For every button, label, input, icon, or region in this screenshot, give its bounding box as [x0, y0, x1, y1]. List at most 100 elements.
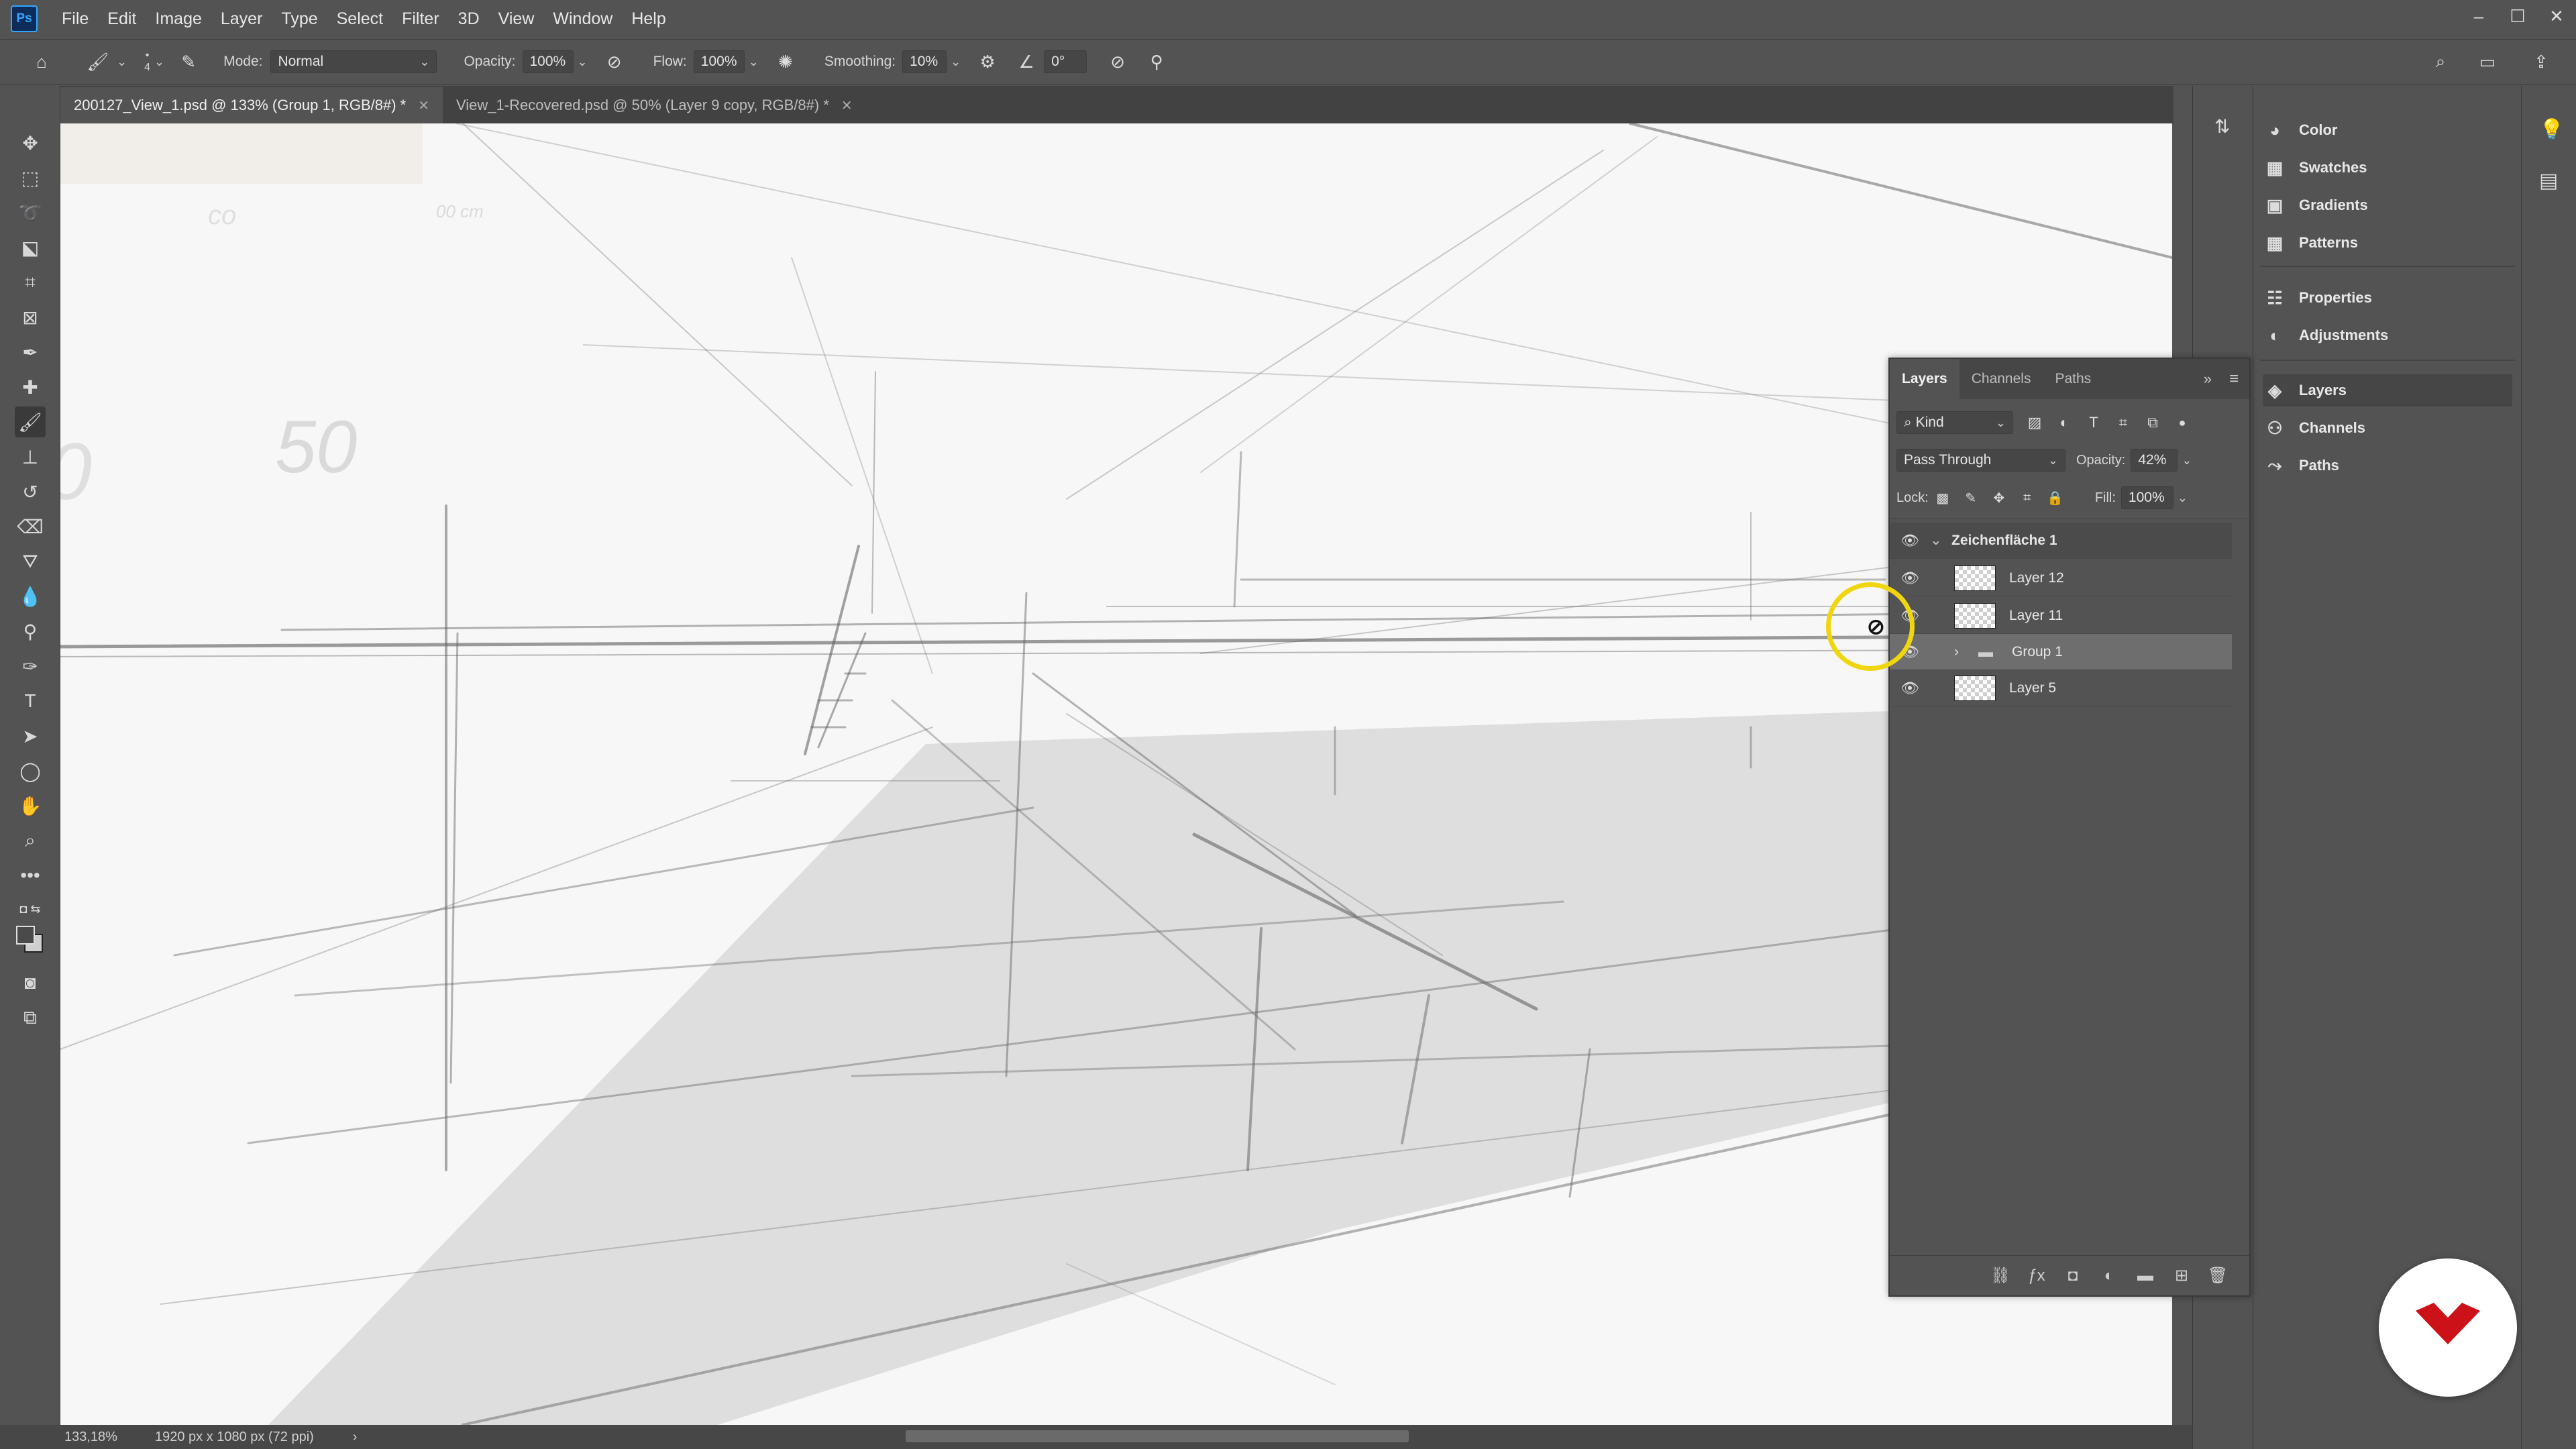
- libraries-icon[interactable]: ▤: [2539, 169, 2558, 193]
- search-icon[interactable]: ⌕: [2426, 47, 2455, 76]
- tab-channels[interactable]: Channels: [1960, 359, 2043, 399]
- airbrush-icon[interactable]: ✺: [771, 47, 800, 76]
- object-select-tool-icon[interactable]: ⬕: [15, 232, 46, 263]
- filter-smart-object-icon[interactable]: ⧉: [2138, 408, 2167, 437]
- tab-layers[interactable]: Layers: [1890, 359, 1960, 399]
- crop-tool-icon[interactable]: ⌗: [15, 267, 46, 298]
- menu-filter[interactable]: Filter: [392, 9, 449, 29]
- dock-item-patterns[interactable]: ▦ Patterns: [2263, 227, 2512, 259]
- eyedropper-tool-icon[interactable]: ✒: [15, 337, 46, 368]
- menu-help[interactable]: Help: [622, 9, 675, 29]
- visibility-eye-icon[interactable]: 👁: [1890, 680, 1930, 697]
- menu-3d[interactable]: 3D: [449, 9, 489, 29]
- layer-row-artboard[interactable]: 👁 ⌄ Zeichenfläche 1: [1890, 523, 2232, 559]
- dock-item-channels[interactable]: ⚇ Channels: [2263, 412, 2512, 444]
- flow-caret-icon[interactable]: ⌄: [749, 55, 759, 69]
- foreground-background-color-icon[interactable]: [15, 924, 46, 955]
- layer-row[interactable]: 👁 Layer 5: [1890, 670, 2232, 706]
- link-layers-icon[interactable]: ⛓: [1982, 1266, 2019, 1285]
- chevron-right-icon[interactable]: ›: [1954, 644, 1978, 660]
- history-icon[interactable]: ⇅: [2214, 115, 2230, 138]
- layer-row[interactable]: 👁 Layer 12: [1890, 560, 2232, 596]
- paint-bucket-tool-icon[interactable]: ⛛: [15, 546, 46, 577]
- dodge-tool-icon[interactable]: ⚲: [15, 616, 46, 647]
- add-mask-icon[interactable]: ◘: [2055, 1267, 2091, 1285]
- pressure-opacity-icon[interactable]: ⊘: [600, 47, 629, 76]
- new-group-icon[interactable]: ▬: [2127, 1267, 2163, 1285]
- maximize-button[interactable]: ☐: [2498, 0, 2537, 32]
- lock-artboard-icon[interactable]: ⌗: [2013, 483, 2041, 513]
- menu-type[interactable]: Type: [272, 9, 327, 29]
- layer-opacity-caret-icon[interactable]: ⌄: [2182, 453, 2192, 468]
- workspace-icon[interactable]: ▭: [2473, 47, 2502, 76]
- menu-file[interactable]: File: [52, 9, 98, 29]
- symmetry-icon[interactable]: ⚲: [1142, 47, 1171, 76]
- dock-item-properties[interactable]: ☷ Properties: [2263, 282, 2512, 314]
- menu-window[interactable]: Window: [543, 9, 622, 29]
- new-layer-icon[interactable]: ⊞: [2163, 1266, 2200, 1285]
- menu-edit[interactable]: Edit: [98, 9, 146, 29]
- lock-position-icon[interactable]: ✥: [1985, 483, 2013, 513]
- filter-shape-icon[interactable]: ⌗: [2108, 408, 2138, 437]
- tab-document-1[interactable]: 200127_View_1.psd @ 133% (Group 1, RGB/8…: [60, 87, 443, 123]
- menu-layer[interactable]: Layer: [211, 9, 272, 29]
- blur-tool-icon[interactable]: 💧: [15, 581, 46, 612]
- zoom-tool-icon[interactable]: ⌕: [15, 825, 46, 856]
- delete-layer-icon[interactable]: 🗑: [2200, 1266, 2236, 1285]
- filter-adjustment-icon[interactable]: ◐: [2049, 408, 2079, 437]
- layer-style-fx-icon[interactable]: ƒx: [2019, 1267, 2055, 1285]
- brush-settings-panel-icon[interactable]: ✎: [174, 47, 203, 76]
- learn-lightbulb-icon[interactable]: 💡: [2539, 118, 2564, 142]
- pen-tool-icon[interactable]: ✑: [15, 651, 46, 682]
- brush-tool-icon[interactable]: 🖌: [15, 407, 46, 437]
- lock-transparent-icon[interactable]: ▩: [1929, 483, 1957, 513]
- more-tools-icon[interactable]: •••: [15, 860, 46, 891]
- healing-brush-tool-icon[interactable]: ✚: [15, 372, 46, 402]
- layer-row[interactable]: 👁 Layer 11: [1890, 598, 2232, 634]
- layer-opacity-input[interactable]: 42%: [2131, 449, 2178, 472]
- screen-mode-icon[interactable]: ⧉: [15, 1002, 46, 1033]
- tab-document-2[interactable]: View_1-Recovered.psd @ 50% (Layer 9 copy…: [443, 87, 866, 123]
- brush-size-picker[interactable]: • 4: [144, 50, 150, 74]
- menu-image[interactable]: Image: [146, 9, 211, 29]
- fill-input[interactable]: 100%: [2121, 486, 2174, 509]
- menu-select[interactable]: Select: [327, 9, 392, 29]
- brush-preset-icon[interactable]: 🖌: [83, 47, 113, 76]
- panel-menu-icon[interactable]: ≡: [2229, 370, 2239, 388]
- opacity-caret-icon[interactable]: ⌄: [578, 55, 588, 69]
- brush-preset-caret-icon[interactable]: ⌄: [117, 55, 127, 69]
- menu-view[interactable]: View: [489, 9, 544, 29]
- history-brush-tool-icon[interactable]: ↺: [15, 476, 46, 507]
- lock-all-icon[interactable]: 🔒: [2041, 483, 2070, 513]
- lasso-tool-icon[interactable]: ➰: [15, 197, 46, 228]
- photoshop-logo[interactable]: Ps: [11, 5, 38, 32]
- frame-tool-icon[interactable]: ⊠: [15, 302, 46, 333]
- tab-paths[interactable]: Paths: [2043, 359, 2103, 399]
- mode-select[interactable]: Normal ⌄: [270, 50, 437, 73]
- eraser-tool-icon[interactable]: ⌫: [15, 511, 46, 542]
- status-arrow-icon[interactable]: ›: [353, 1430, 358, 1445]
- smoothing-input[interactable]: 10%: [902, 50, 947, 73]
- type-tool-icon[interactable]: T: [15, 686, 46, 716]
- dock-item-swatches[interactable]: ▦ Swatches: [2263, 152, 2512, 184]
- kind-filter-select[interactable]: ⌕ Kind ⌄: [1896, 411, 2013, 434]
- fill-caret-icon[interactable]: ⌄: [2178, 491, 2188, 505]
- horizontal-scrollbar-thumb[interactable]: [906, 1430, 1409, 1442]
- home-icon[interactable]: ⌂: [27, 47, 56, 76]
- zoom-level[interactable]: 133,18%: [64, 1430, 117, 1445]
- new-adjustment-layer-icon[interactable]: ◐: [2091, 1267, 2127, 1285]
- visibility-eye-icon[interactable]: 👁: [1890, 570, 1930, 587]
- marquee-tool-icon[interactable]: ⬚: [15, 162, 46, 193]
- default-colors-icon[interactable]: ◘ ⇆: [15, 894, 46, 924]
- dock-item-layers[interactable]: ◈ Layers: [2263, 374, 2512, 407]
- path-select-tool-icon[interactable]: ➤: [15, 720, 46, 751]
- layer-row-group[interactable]: 👁 › ▬ Group 1: [1890, 634, 2232, 670]
- collapse-panel-icon[interactable]: »: [2204, 370, 2212, 388]
- dock-item-paths[interactable]: ⤳ Paths: [2263, 449, 2512, 482]
- smoothing-gear-icon[interactable]: ⚙: [973, 47, 1002, 76]
- pressure-size-icon[interactable]: ⊘: [1103, 47, 1132, 76]
- angle-input[interactable]: 0°: [1044, 50, 1087, 73]
- dock-item-color[interactable]: ◕ Color: [2263, 114, 2512, 146]
- minimize-button[interactable]: –: [2459, 0, 2498, 32]
- opacity-input[interactable]: 100%: [522, 50, 574, 73]
